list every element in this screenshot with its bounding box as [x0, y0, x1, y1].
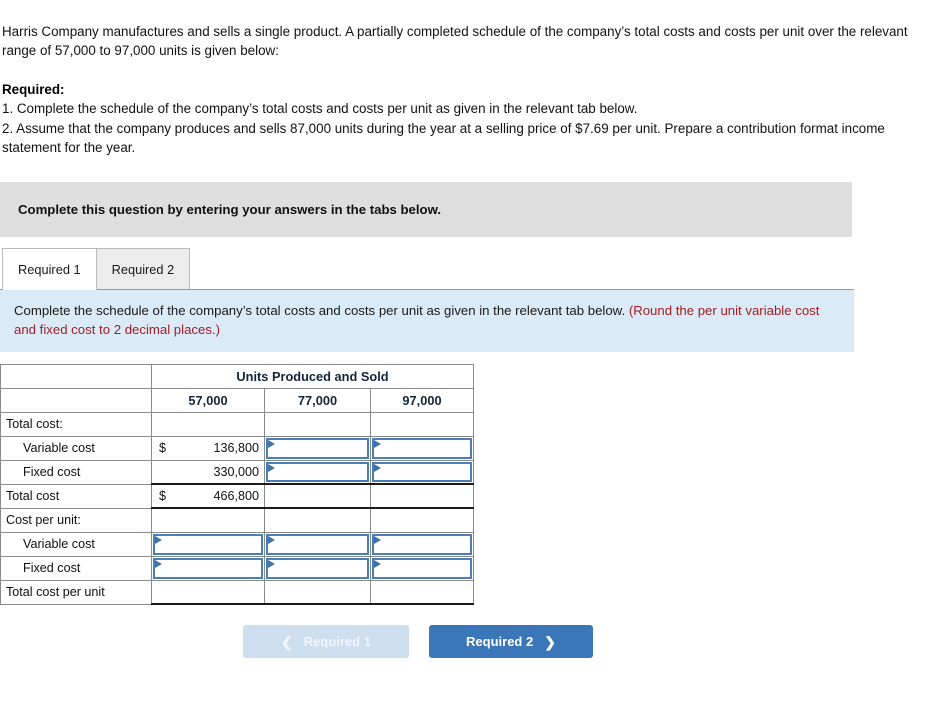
- answer-input-cell[interactable]: [264, 531, 371, 557]
- answer-input-cell[interactable]: [370, 555, 474, 581]
- answer-input[interactable]: [266, 533, 369, 555]
- instructions-banner-text: Complete this question by entering your …: [18, 201, 442, 217]
- answer-input-cell[interactable]: [151, 531, 265, 557]
- table-group-header-row: Units Produced and Sold: [0, 363, 474, 389]
- problem-statement: Harris Company manufactures and sells a …: [0, 0, 939, 158]
- table-corner-cell: [0, 363, 152, 389]
- requirement-1-text: 1. Complete the schedule of the company’…: [2, 101, 638, 117]
- tab-strip: Required 1 Required 2: [0, 247, 939, 290]
- empty-cell: [151, 507, 265, 533]
- empty-cell: [264, 411, 371, 437]
- value-cell: 330,000: [151, 459, 265, 485]
- answer-input[interactable]: [153, 557, 263, 579]
- row-label: Fixed cost: [0, 555, 152, 581]
- requirement-2-text: 2. Assume that the company produces and …: [2, 120, 885, 156]
- tab-required-1-label: Required 1: [18, 261, 81, 277]
- row-label: Fixed cost: [0, 459, 152, 485]
- empty-cell: [264, 579, 371, 606]
- answer-input[interactable]: [266, 437, 369, 459]
- chevron-left-icon: ❮: [281, 633, 293, 650]
- table-column-header-row: 57,000 77,000 97,000: [0, 387, 474, 413]
- cell-value: 330,000: [213, 465, 259, 480]
- row-label: Total cost: [0, 483, 152, 509]
- column-header-97000: 97,000: [370, 387, 474, 413]
- cell-value: 136,800: [213, 441, 259, 456]
- answer-input-cell[interactable]: [151, 555, 265, 581]
- answer-input[interactable]: [153, 533, 263, 555]
- answer-input[interactable]: [372, 437, 472, 459]
- answer-input[interactable]: [372, 533, 472, 555]
- answer-input-cell[interactable]: [264, 555, 371, 581]
- schedule-table-wrap: Units Produced and Sold 57,000 77,000 97…: [0, 363, 939, 606]
- empty-cell: [151, 411, 265, 437]
- table-body: Total cost: Variable cost $136,800 Fixed co…: [0, 411, 474, 606]
- table-row: Cost per unit:: [0, 507, 474, 533]
- table-corner-cell-2: [0, 387, 152, 413]
- empty-cell: [370, 411, 474, 437]
- table-row: Variable cost $136,800: [0, 435, 474, 461]
- answer-input-cell[interactable]: [264, 435, 371, 461]
- currency-symbol: $: [159, 441, 167, 456]
- problem-paragraph: Harris Company manufactures and sells a …: [2, 24, 908, 59]
- table-row: Fixed cost: [0, 555, 474, 581]
- cell-value: 466,800: [213, 489, 259, 504]
- row-label: Variable cost: [0, 531, 152, 557]
- value-cell: $136,800: [151, 435, 265, 461]
- value-cell: $466,800: [151, 483, 265, 509]
- empty-cell: [370, 507, 474, 533]
- answer-input[interactable]: [372, 557, 472, 579]
- row-label: Total cost per unit: [0, 579, 152, 605]
- empty-cell: [264, 483, 371, 509]
- tab-required-1[interactable]: Required 1: [2, 247, 97, 290]
- table-group-header: Units Produced and Sold: [151, 363, 474, 389]
- table-row: Total cost per unit: [0, 579, 474, 606]
- answer-input[interactable]: [372, 461, 472, 483]
- empty-cell: [370, 579, 474, 606]
- answer-input-cell[interactable]: [370, 459, 474, 485]
- answer-input-cell[interactable]: [370, 531, 474, 557]
- next-button-label: Required 2: [466, 634, 534, 650]
- tab-instructions-banner: Complete the schedule of the company’s t…: [0, 288, 854, 352]
- table-row: Total cost:: [0, 411, 474, 437]
- empty-cell: [370, 483, 474, 509]
- column-header-77000: 77,000: [264, 387, 371, 413]
- instructions-banner: Complete this question by entering your …: [0, 181, 852, 237]
- cost-schedule-table: Units Produced and Sold 57,000 77,000 97…: [0, 363, 474, 606]
- navigation-buttons: ❮ Required 1 Required 2 ❯: [0, 625, 939, 659]
- row-label: Variable cost: [0, 435, 152, 461]
- table-head: Units Produced and Sold 57,000 77,000 97…: [0, 363, 474, 413]
- answer-input[interactable]: [266, 557, 369, 579]
- column-header-57000: 57,000: [151, 387, 265, 413]
- answer-input-cell[interactable]: [264, 459, 371, 485]
- row-label: Total cost:: [0, 411, 152, 437]
- prev-required-1-button[interactable]: ❮ Required 1: [243, 625, 409, 659]
- tab-required-2-label: Required 2: [111, 261, 175, 277]
- table-row: Variable cost: [0, 531, 474, 557]
- row-label: Cost per unit:: [0, 507, 152, 533]
- tab-instructions-text: Complete the schedule of the company’s t…: [14, 302, 629, 318]
- tab-required-2[interactable]: Required 2: [95, 247, 191, 290]
- prev-button-label: Required 1: [303, 634, 371, 650]
- chevron-right-icon: ❯: [544, 633, 556, 650]
- answer-input[interactable]: [266, 461, 369, 483]
- empty-cell: [151, 579, 265, 606]
- table-row: Total cost $466,800: [0, 483, 474, 509]
- empty-cell: [264, 507, 371, 533]
- required-block: Required: 1. Complete the schedule of th…: [2, 80, 917, 158]
- answer-input-cell[interactable]: [370, 435, 474, 461]
- currency-symbol: $: [159, 489, 167, 504]
- table-row: Fixed cost 330,000: [0, 459, 474, 485]
- required-heading: Required:: [2, 81, 65, 97]
- next-required-2-button[interactable]: Required 2 ❯: [429, 625, 593, 659]
